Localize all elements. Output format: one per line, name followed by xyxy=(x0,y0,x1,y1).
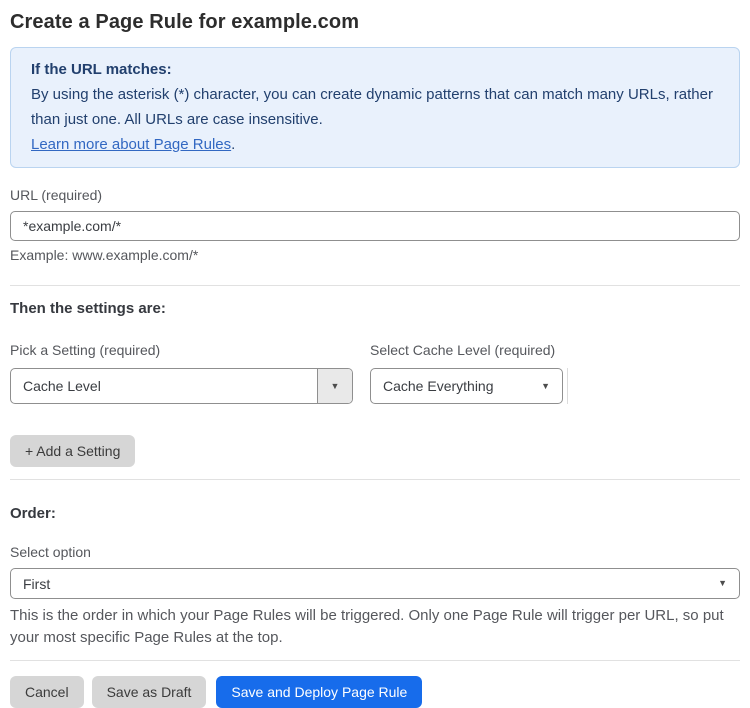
cancel-button[interactable]: Cancel xyxy=(10,676,84,708)
setting-group-divider xyxy=(567,368,568,404)
pick-setting-select[interactable]: Cache Level ▼ xyxy=(10,368,353,404)
order-select[interactable]: First ▼ xyxy=(10,568,740,599)
url-example-text: Example: www.example.com/* xyxy=(10,247,199,263)
order-section-heading: Order: xyxy=(10,505,56,522)
link-suffix: . xyxy=(231,136,236,153)
url-match-info-box: If the URL matches: By using the asteris… xyxy=(10,47,740,168)
url-field-label: URL (required) xyxy=(10,187,103,203)
info-box-link-line: Learn more about Page Rules. xyxy=(31,132,719,157)
settings-row: Pick a Setting (required) Cache Level ▼ … xyxy=(10,342,740,404)
section-divider xyxy=(10,285,740,286)
page-title: Create a Page Rule for example.com xyxy=(10,11,360,33)
pick-setting-value: Cache Level xyxy=(23,378,101,394)
save-and-deploy-button[interactable]: Save and Deploy Page Rule xyxy=(216,676,423,708)
pick-setting-label: Pick a Setting (required) xyxy=(10,342,161,358)
cache-level-value: Cache Everything xyxy=(383,378,494,394)
info-box-body: By using the asterisk (*) character, you… xyxy=(31,86,713,128)
order-help-text: This is the order in which your Page Rul… xyxy=(10,607,724,646)
pick-setting-arrow-box[interactable]: ▼ xyxy=(317,369,352,403)
save-as-draft-button[interactable]: Save as Draft xyxy=(91,676,207,708)
section-divider xyxy=(10,660,740,661)
info-box-heading: If the URL matches: xyxy=(31,61,172,78)
pick-setting-group: Pick a Setting (required) Cache Level ▼ xyxy=(10,342,353,404)
chevron-down-icon: ▼ xyxy=(541,380,550,391)
section-divider xyxy=(10,479,740,480)
url-input[interactable] xyxy=(10,211,740,241)
order-select-label: Select option xyxy=(10,544,91,560)
settings-section-heading: Then the settings are: xyxy=(10,300,166,317)
cache-level-label: Select Cache Level (required) xyxy=(370,342,556,358)
cache-level-select[interactable]: Cache Everything ▼ xyxy=(370,368,563,404)
add-setting-button[interactable]: + Add a Setting xyxy=(10,435,136,467)
footer-actions: Cancel Save as Draft Save and Deploy Pag… xyxy=(10,676,740,708)
chevron-down-icon: ▼ xyxy=(718,578,727,588)
cache-level-group: Select Cache Level (required) Cache Ever… xyxy=(370,342,563,404)
order-select-value: First xyxy=(23,575,51,592)
chevron-down-icon: ▼ xyxy=(330,380,340,391)
learn-more-link[interactable]: Learn more about Page Rules xyxy=(31,136,231,153)
